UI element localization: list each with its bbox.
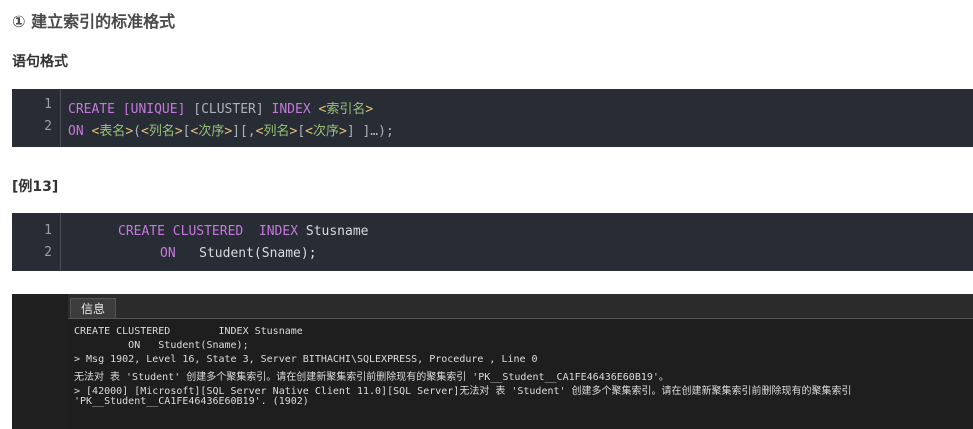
- kw-index: INDEX: [258, 224, 299, 239]
- bracket: ][,: [232, 124, 256, 139]
- table-target: Student(Sname);: [199, 246, 317, 261]
- index-name: Stusname: [305, 224, 369, 239]
- kw-unique: [UNIQUE]: [122, 102, 186, 117]
- code-line-2: ON <表名>(<列名>[<次序>][,<列名>[<次序>] ]…);: [68, 120, 394, 139]
- kw-create: CREATE: [118, 224, 165, 239]
- angle-open: <: [140, 124, 149, 139]
- kw-on: ON: [68, 124, 84, 139]
- message-line: > Msg 1902, Level 16, State 3, Server BI…: [74, 354, 538, 365]
- syntax-code-block: 1 2 CREATE [UNIQUE] [CLUSTER] INDEX <索引名…: [12, 89, 973, 147]
- tab-info[interactable]: 信息: [70, 298, 116, 319]
- kw-on: ON: [160, 246, 176, 261]
- section-heading: ① 建立索引的标准格式: [12, 12, 176, 31]
- query-result-panel: 信息 CREATE CLUSTERED INDEX Stusname ON St…: [12, 294, 973, 429]
- column-placeholder: 列名: [148, 124, 175, 139]
- syntax-label: 语句格式: [12, 54, 68, 70]
- line-number: 1: [44, 223, 52, 238]
- angle-close: >: [174, 124, 183, 139]
- angle-close: >: [338, 124, 347, 139]
- table-name-placeholder: 表名: [99, 124, 126, 139]
- message-line: 'PK__Student__CA1FE46436E60B19'. (1902): [74, 396, 309, 407]
- bracket: [: [297, 124, 306, 139]
- kw-cluster: [CLUSTER]: [193, 102, 264, 117]
- kw-clustered: CLUSTERED: [172, 224, 244, 239]
- message-line: CREATE CLUSTERED INDEX Stusname: [74, 326, 303, 337]
- index-name-placeholder: 索引名: [326, 102, 366, 117]
- message-line: ON Student(Sname);: [74, 340, 249, 351]
- code-line-1: CREATE [UNIQUE] [CLUSTER] INDEX <索引名>: [68, 98, 373, 117]
- column-placeholder: 列名: [263, 124, 290, 139]
- angle-close: >: [365, 102, 374, 117]
- message-line: > [42000] [Microsoft][SQL Server Native …: [74, 386, 852, 397]
- line-number: 2: [44, 245, 52, 260]
- example-code-block: 1 2 CREATE CLUSTERED INDEX Stusname ON S…: [12, 213, 973, 271]
- code-line-2: ON Student(Sname);: [160, 246, 317, 261]
- line-number: 1: [44, 97, 52, 112]
- line-number: 2: [44, 119, 52, 134]
- line-gutter: 1 2: [12, 213, 61, 271]
- result-tab-bar: 信息: [68, 294, 973, 319]
- kw-create: CREATE: [68, 102, 115, 117]
- angle-close: >: [224, 124, 233, 139]
- angle-open: <: [305, 124, 313, 139]
- line-gutter: 1 2: [12, 89, 61, 147]
- angle-close: >: [125, 124, 134, 139]
- code-line-1: CREATE CLUSTERED INDEX Stusname: [118, 224, 369, 239]
- message-line: 无法对 表 'Student' 创建多个聚集索引。请在创建新聚集索引前删除现有的…: [74, 372, 669, 383]
- paren-open: (: [133, 124, 141, 139]
- result-left-bar: [12, 294, 68, 429]
- syntax-tail: ] ]…);: [346, 124, 394, 139]
- order-placeholder: 次序: [312, 124, 339, 139]
- order-placeholder: 次序: [198, 124, 225, 139]
- example-label: [例13]: [12, 179, 59, 195]
- kw-index: INDEX: [271, 102, 311, 117]
